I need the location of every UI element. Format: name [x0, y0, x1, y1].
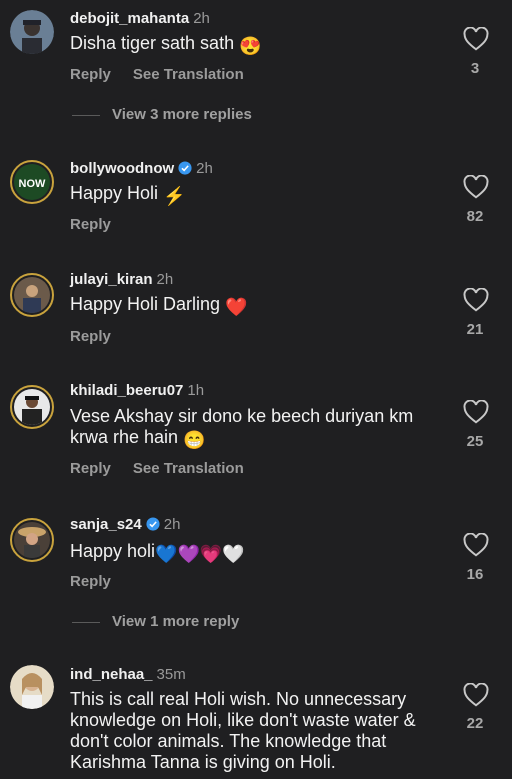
- comment-meta: julayi_kiran 2h: [70, 271, 173, 288]
- avatar[interactable]: [10, 273, 54, 317]
- comment-actions: Reply: [70, 216, 133, 233]
- avatar[interactable]: NOW: [10, 160, 54, 204]
- view-replies-label: View 1 more reply: [112, 613, 240, 630]
- username[interactable]: khiladi_beeru07: [70, 382, 183, 399]
- divider: [72, 621, 100, 623]
- avatar[interactable]: [10, 385, 54, 429]
- verified-badge-icon: [146, 517, 160, 531]
- username[interactable]: debojit_mahanta: [70, 10, 189, 27]
- comment-meta: khiladi_beeru07 1h: [70, 382, 204, 399]
- comment-time: 2h: [156, 271, 174, 288]
- comment-body: Happy Holi: [70, 183, 159, 203]
- comment-actions: Reply See Translation: [70, 460, 266, 477]
- comment-body-line: Vese Akshay sir dono ke beech duriyan km: [70, 406, 414, 426]
- heart-icon[interactable]: [463, 288, 489, 312]
- verified-badge-icon: [178, 161, 192, 175]
- username[interactable]: bollywoodnow: [70, 160, 174, 177]
- comment-emoji: 😍: [239, 36, 262, 56]
- like-count: 82: [466, 208, 484, 225]
- heart-icon[interactable]: [463, 683, 489, 707]
- like-count: 25: [466, 433, 484, 450]
- comment-body-line: krwa rhe hain 😁: [70, 427, 206, 450]
- comment-text: Happy Holi Darling ❤️: [70, 294, 450, 318]
- comment-body: Happy Holi Darling: [70, 294, 221, 314]
- see-translation-button[interactable]: See Translation: [133, 66, 244, 83]
- avatar-logo-text: NOW: [19, 178, 47, 190]
- username[interactable]: julayi_kiran: [70, 271, 153, 288]
- comment-meta: bollywoodnow 2h: [70, 160, 213, 177]
- view-replies-button[interactable]: View 3 more replies: [72, 106, 252, 123]
- comment-text: Happy Holi ⚡: [70, 183, 450, 207]
- like-count: 21: [466, 321, 484, 338]
- comment-actions: Reply: [70, 328, 133, 345]
- heart-icon[interactable]: [463, 27, 489, 51]
- comment-body-line: don't color animals. The knowledge that: [70, 731, 387, 751]
- comment-actions: Reply See Translation: [70, 66, 266, 83]
- view-replies-label: View 3 more replies: [112, 106, 252, 123]
- comment-meta: debojit_mahanta 2h: [70, 10, 210, 27]
- heart-icon[interactable]: [463, 400, 489, 424]
- comment-meta: sanja_s24 2h: [70, 516, 180, 533]
- comment-text: Vese Akshay sir dono ke beech duriyan km…: [70, 406, 450, 451]
- comment-text: This is call real Holi wish. No unnecess…: [70, 689, 450, 773]
- comment-time: 2h: [163, 516, 181, 533]
- comment-time: 35m: [156, 666, 186, 683]
- like-count: 3: [470, 60, 480, 77]
- comment-actions: Reply: [70, 573, 133, 590]
- reply-button[interactable]: Reply: [70, 328, 111, 345]
- comment-body-line: This is call real Holi wish. No unnecess…: [70, 689, 407, 709]
- comment-time: 2h: [193, 10, 210, 27]
- see-translation-button[interactable]: See Translation: [133, 460, 244, 477]
- comment-emoji: ⚡: [163, 186, 186, 206]
- divider: [72, 114, 100, 116]
- comment-body: Happy holi: [70, 541, 156, 561]
- comment-emoji: 😁: [183, 430, 206, 450]
- like-count: 22: [466, 715, 484, 732]
- reply-button[interactable]: Reply: [70, 573, 111, 590]
- comment-time: 1h: [187, 382, 205, 399]
- avatar[interactable]: [10, 518, 54, 562]
- avatar[interactable]: [10, 665, 54, 709]
- comment-text: Disha tiger sath sath 😍: [70, 33, 450, 57]
- comment-body: Disha tiger sath sath: [70, 33, 235, 53]
- comment-meta: ind_nehaa_ 35m: [70, 666, 186, 683]
- heart-icon[interactable]: [463, 533, 489, 557]
- view-replies-button[interactable]: View 1 more reply: [72, 613, 239, 630]
- reply-button[interactable]: Reply: [70, 460, 111, 477]
- comment-body-line: Karishma Tanna is giving on Holi.: [70, 752, 336, 772]
- heart-icon[interactable]: [463, 175, 489, 199]
- comment-emoji: ❤️: [225, 297, 248, 317]
- comment-emoji: 💙💜💗🤍: [155, 544, 245, 564]
- reply-button[interactable]: Reply: [70, 216, 111, 233]
- username[interactable]: sanja_s24: [70, 516, 142, 533]
- like-count: 16: [466, 566, 484, 583]
- reply-button[interactable]: Reply: [70, 66, 111, 83]
- username[interactable]: ind_nehaa_: [70, 666, 153, 683]
- avatar[interactable]: [10, 10, 54, 54]
- comment-text: Happy holi💙💜💗🤍: [70, 541, 450, 565]
- comment-time: 2h: [196, 160, 213, 177]
- comment-body-line: knowledge on Holi, like don't waste wate…: [70, 710, 416, 730]
